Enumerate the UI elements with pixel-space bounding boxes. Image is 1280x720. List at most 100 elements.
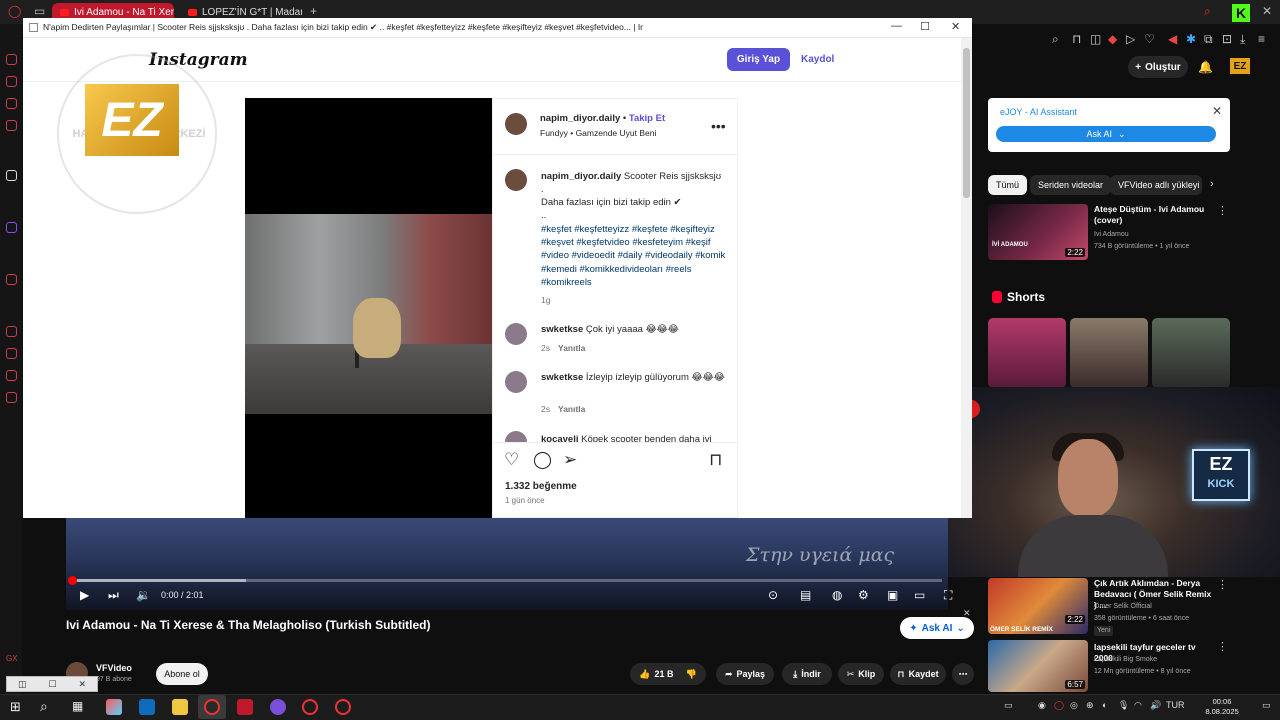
chip-all[interactable]: Tümü (988, 175, 1028, 195)
popup-scrollbar[interactable] (961, 38, 972, 518)
lock-icon[interactable]: ⊡ (1222, 32, 1232, 46)
save-bookmark-icon[interactable]: ⊓ (709, 450, 722, 470)
login-button[interactable]: Giriş Yap (727, 48, 790, 71)
close-browser-icon[interactable]: ✕ (1262, 4, 1272, 18)
progress-bar[interactable] (68, 576, 942, 585)
autoplay-toggle-icon[interactable]: ⊙ (768, 588, 778, 602)
sidebar-mail-icon[interactable] (6, 120, 17, 131)
recommended-video-top[interactable]: İVİ ADAMOU 2:22 Ateşe Düştüm - Ivi Adamo… (988, 204, 1230, 262)
sidebar-crypto-icon[interactable] (6, 326, 17, 337)
tray-vpn-icon[interactable]: ◎ (1070, 700, 1078, 711)
post-audio[interactable]: Fundyy • Gamzende Uyut Beni (540, 128, 656, 138)
maximize-button[interactable]: ☐ (920, 20, 930, 33)
new-tab-button[interactable]: + (310, 4, 317, 18)
clip-button[interactable]: ✂ Klip (838, 663, 884, 685)
caption-hashtags[interactable]: #keşfet #keşfetteyizz #keşfete #keşiftey… (541, 223, 731, 289)
minimize-button[interactable]: — (891, 20, 902, 32)
comment-avatar[interactable] (505, 431, 527, 442)
subtitles-icon[interactable]: ▤ (800, 588, 811, 602)
volume-tray-icon[interactable]: 🔊 (1150, 700, 1161, 711)
ejoy-ask-ai-button[interactable]: Ask AI ⌄ (996, 126, 1216, 142)
follow-button[interactable]: Takip Et (629, 113, 665, 124)
tray-network-icon[interactable]: ⊕ (1086, 700, 1094, 711)
shield-icon[interactable]: ◆ (1108, 32, 1117, 46)
sidebar-aria-icon[interactable] (6, 170, 17, 181)
file-explorer-icon[interactable] (172, 699, 188, 715)
like-heart-icon[interactable]: ♡ (504, 450, 519, 470)
chip-uploader[interactable]: VFVideo adlı yükleyi (1110, 175, 1202, 195)
more-options-icon[interactable]: ⋮ (1217, 204, 1228, 217)
author-avatar[interactable] (505, 113, 527, 135)
sidebar-pinboard-icon[interactable] (6, 370, 17, 381)
opera-logo-icon[interactable]: ◯ (8, 4, 21, 18)
opera-icon[interactable] (335, 699, 351, 715)
opera-icon[interactable] (302, 699, 318, 715)
theater-mode-icon[interactable]: ▭ (914, 588, 925, 602)
menu-icon[interactable]: ≡ (1258, 32, 1265, 46)
miniplayer-icon[interactable]: ▣ (887, 588, 898, 602)
heart-icon[interactable]: ♡ (1144, 32, 1155, 46)
caption-username[interactable]: napim_diyor.daily (541, 171, 621, 182)
profile-avatar[interactable]: EZ (1230, 58, 1250, 74)
short-thumbnail[interactable] (1152, 318, 1230, 388)
sidebar-clock-icon[interactable] (6, 348, 17, 359)
fullscreen-icon[interactable]: ⛶ (944, 588, 952, 603)
channel-name[interactable]: VFVideo (96, 663, 132, 673)
windows-start-icon[interactable]: ⊞ (10, 699, 21, 715)
share-button[interactable]: ➦ Paylaş (716, 663, 774, 685)
tab-workspace-icon[interactable]: ▭ (34, 4, 45, 18)
notifications-icon[interactable]: ▭ (1262, 700, 1271, 711)
mini-window-maximize-icon[interactable]: ☐ (48, 679, 56, 690)
snapshot-icon[interactable]: ◫ (1090, 32, 1101, 46)
ejoy-close-icon[interactable]: ✕ (1212, 104, 1222, 118)
next-button-icon[interactable]: ⏭ (108, 588, 119, 603)
settings-gear-icon[interactable]: ⚙ (858, 588, 869, 602)
chevron-right-icon[interactable]: › (1210, 178, 1214, 190)
sidebar-history-icon[interactable] (6, 76, 17, 87)
translate-icon[interactable]: ✱ (1186, 32, 1196, 46)
chip-series[interactable]: Seriden videolar (1030, 175, 1112, 195)
video-thumbnail[interactable]: 6:57 (988, 640, 1088, 692)
audio-app-icon[interactable] (237, 699, 253, 715)
author-username[interactable]: napim_diyor.daily (540, 113, 620, 124)
post-options-icon[interactable]: ••• (711, 118, 726, 134)
post-video[interactable] (245, 98, 492, 518)
zoom-icon[interactable]: ⌕ (1052, 32, 1059, 47)
reply-button[interactable]: Yanıtla (558, 343, 585, 353)
signup-link[interactable]: Kaydol (801, 54, 834, 65)
comment-bubble-icon[interactable]: ◯ (533, 450, 552, 470)
speaker-icon[interactable]: ◀ (1168, 32, 1177, 46)
volume-icon[interactable]: 🔉 (136, 588, 151, 602)
comment-avatar[interactable] (505, 371, 527, 393)
microphone-icon[interactable]: 🎙 (1118, 700, 1129, 711)
sidebar-bookmarks-icon[interactable] (6, 54, 17, 65)
outlook-icon[interactable] (139, 699, 155, 715)
caption-avatar[interactable] (505, 169, 527, 191)
task-view-icon[interactable]: ▦ (72, 699, 83, 713)
mini-window-close-icon[interactable]: ✕ (78, 679, 86, 690)
gx-icon[interactable]: GX (6, 654, 18, 663)
mini-window[interactable]: ◫ ☐ ✕ (6, 676, 98, 692)
sidebar-twitch-icon[interactable] (6, 222, 17, 233)
more-options-icon[interactable]: ⋮ (1217, 578, 1228, 591)
reply-button[interactable]: Yanıtla (558, 404, 585, 414)
like-dislike-button[interactable]: 👍 21 B 👎 (630, 663, 706, 685)
comment-avatar[interactable] (505, 323, 527, 345)
kick-icon[interactable]: K (1232, 4, 1250, 22)
download-button[interactable]: ⤓ İndir (782, 663, 832, 685)
copilot-icon[interactable] (106, 699, 122, 715)
download-icon[interactable]: ⤓ (1240, 32, 1245, 47)
wifi-icon[interactable]: ◠ (1134, 700, 1142, 711)
opera-gx-icon[interactable] (204, 699, 220, 715)
recommended-video[interactable]: ÖMER SELİK REMİX 2:22 Çık Artık Aklımdan… (988, 578, 1230, 636)
system-clock[interactable]: 00:06 8.08.2025 (1204, 697, 1240, 717)
tray-app2-icon[interactable]: ◐ (1102, 700, 1107, 710)
short-thumbnail[interactable] (1070, 318, 1148, 388)
search-icon[interactable]: ⌕ (1204, 4, 1211, 19)
extensions-icon[interactable]: ⧉ (1204, 32, 1213, 47)
tray-opera-icon[interactable]: ◯ (1054, 700, 1064, 711)
ask-ai-button[interactable]: ✦ Ask AI ⌄ (900, 617, 974, 639)
video-title[interactable]: Ateşe Düştüm - Ivi Adamou (cover) (1094, 204, 1214, 226)
language-indicator[interactable]: TUR (1166, 700, 1185, 710)
tray-discord-icon[interactable]: ◉ (1038, 700, 1046, 711)
